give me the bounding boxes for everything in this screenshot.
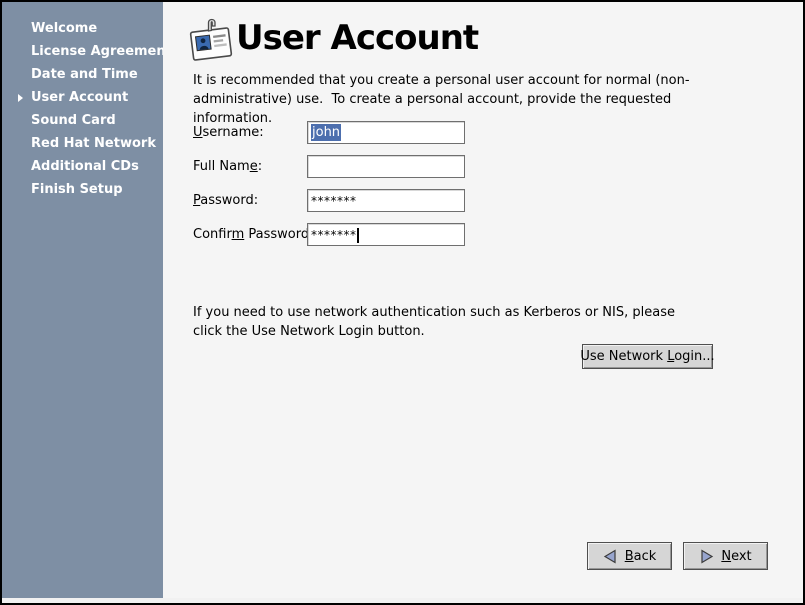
full-name-label: Full Name:: [193, 155, 262, 178]
confirm-password-label: Confirm Password:: [193, 223, 313, 246]
password-input[interactable]: *******: [307, 189, 465, 212]
sidebar-item-label: Welcome: [31, 21, 97, 36]
current-step-arrow-icon: [18, 94, 23, 102]
next-button-label: Next: [721, 549, 751, 564]
network-auth-note: If you need to use network authenticatio…: [193, 303, 705, 341]
username-label: Username:: [193, 121, 264, 144]
sidebar-item-date-and-time[interactable]: Date and Time: [2, 63, 163, 86]
back-button[interactable]: Back: [587, 542, 672, 570]
firstboot-window: { "colors": { "sidebar_bg": "#7e8fa4", "…: [0, 0, 805, 605]
next-button[interactable]: Next: [683, 542, 768, 570]
sidebar-item-label: License Agreement: [31, 44, 172, 59]
username-input[interactable]: john: [307, 121, 465, 144]
sidebar-item-label: Finish Setup: [31, 182, 123, 197]
back-arrow-icon: [603, 549, 618, 564]
back-button-label: Back: [625, 549, 657, 564]
window-frame: Welcome License Agreement Date and Time …: [2, 2, 803, 603]
page-title: User Account: [236, 18, 478, 58]
sidebar-item-additional-cds[interactable]: Additional CDs: [2, 155, 163, 178]
sidebar-item-label: Sound Card: [31, 113, 116, 128]
wizard-step-list: Welcome License Agreement Date and Time …: [2, 2, 163, 201]
text-cursor: [357, 228, 359, 243]
sidebar-item-label: Additional CDs: [31, 159, 139, 174]
sidebar-item-finish-setup[interactable]: Finish Setup: [2, 178, 163, 201]
sidebar-item-label: Red Hat Network: [31, 136, 156, 151]
selected-text: john: [311, 124, 341, 141]
sidebar-item-label: User Account: [31, 90, 128, 105]
intro-text: It is recommended that you create a pers…: [193, 71, 705, 128]
sidebar-item-license-agreement[interactable]: License Agreement: [2, 40, 163, 63]
sidebar-item-sound-card[interactable]: Sound Card: [2, 109, 163, 132]
password-label: Password:: [193, 189, 258, 212]
sidebar-item-red-hat-network[interactable]: Red Hat Network: [2, 132, 163, 155]
sidebar-item-welcome[interactable]: Welcome: [2, 17, 163, 40]
id-badge-icon: [187, 14, 235, 64]
use-network-login-button[interactable]: Use Network Login...: [582, 344, 713, 369]
sidebar-item-user-account[interactable]: User Account: [2, 86, 163, 109]
sidebar: Welcome License Agreement Date and Time …: [2, 2, 163, 598]
use-network-login-label: Use Network Login...: [580, 349, 714, 364]
next-arrow-icon: [699, 549, 714, 564]
confirm-password-input[interactable]: *******: [307, 223, 465, 246]
main-content: User Account It is recommended that you …: [163, 2, 803, 598]
sidebar-item-label: Date and Time: [31, 67, 138, 82]
full-name-input[interactable]: [307, 155, 465, 178]
